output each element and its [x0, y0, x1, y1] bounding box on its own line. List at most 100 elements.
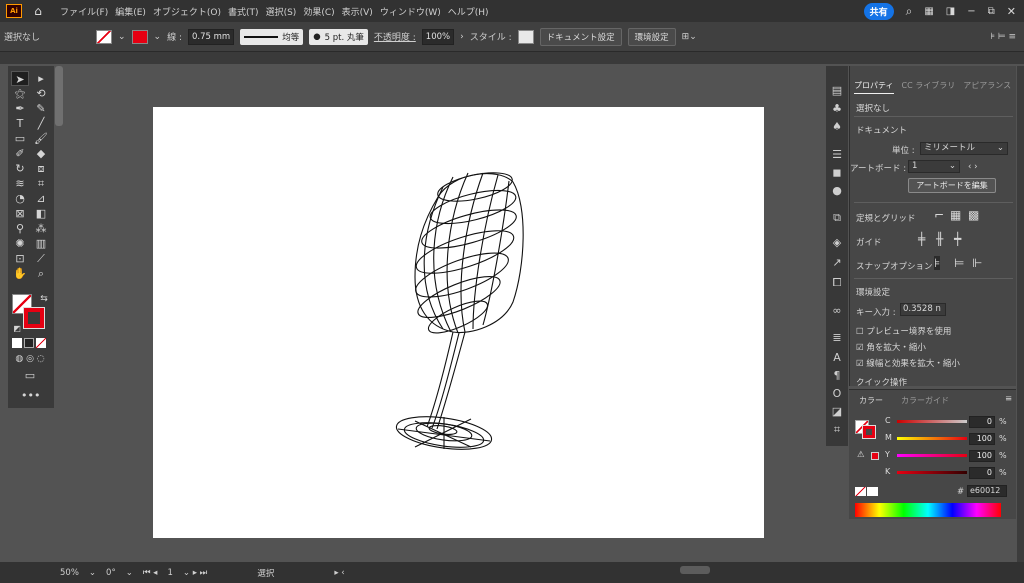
- lock-guides-icon[interactable]: ╫: [936, 232, 943, 246]
- opentype-icon[interactable]: O: [830, 387, 844, 401]
- rectangle-tool-icon[interactable]: ▭: [11, 131, 29, 146]
- ruler-icon[interactable]: ⌐: [934, 208, 944, 222]
- width-tool-icon[interactable]: ≋: [11, 176, 29, 191]
- channel-k-slider[interactable]: [897, 471, 967, 474]
- color-fill-stroke-icon[interactable]: [855, 414, 877, 439]
- default-colors-icon[interactable]: ◩: [8, 321, 26, 336]
- shaper-tool-icon[interactable]: ✐: [11, 146, 29, 161]
- channel-y-field[interactable]: 100: [969, 450, 995, 462]
- zoom-tool-icon[interactable]: ⌕: [32, 266, 50, 281]
- menu-edit[interactable]: 編集(E): [115, 5, 146, 18]
- workspace-icon[interactable]: ◨: [946, 6, 955, 17]
- snap-to-pixel-icon[interactable]: ⊨: [954, 256, 964, 270]
- artboard[interactable]: [153, 107, 764, 538]
- character-icon[interactable]: A: [830, 351, 844, 365]
- preferences-button[interactable]: 環境設定: [627, 27, 676, 46]
- channel-m-field[interactable]: 100: [969, 433, 995, 445]
- grid-icon[interactable]: ▦: [950, 208, 961, 222]
- snap-to-glyph-icon[interactable]: ⊩: [972, 256, 982, 270]
- screen-mode-icon[interactable]: ▭: [21, 368, 39, 383]
- menu-window[interactable]: ウィンドウ(W): [380, 5, 441, 18]
- draw-mode-icon[interactable]: ◍ ◎ ◌: [12, 352, 48, 367]
- type-tool-icon[interactable]: T: [11, 116, 29, 131]
- color-spectrum[interactable]: [855, 503, 1001, 517]
- key-input-field[interactable]: 0.3528 n: [900, 303, 946, 316]
- chevron-down-icon[interactable]: ⌄: [154, 32, 162, 42]
- channel-c-field[interactable]: 0: [969, 416, 995, 428]
- menu-file[interactable]: ファイル(F): [60, 5, 108, 18]
- export-icon[interactable]: ↗: [830, 256, 844, 270]
- menu-type[interactable]: 書式(T): [228, 5, 259, 18]
- web-safe-swatch[interactable]: [871, 452, 879, 460]
- next-artboard-icon[interactable]: ⌄ ▸ ⏭: [183, 568, 207, 578]
- scale-corners-checkbox[interactable]: ☑ 角を拡大・縮小: [856, 341, 926, 353]
- document-setup-button[interactable]: ドキュメント設定: [539, 27, 622, 46]
- smart-guides-icon[interactable]: ┿: [954, 232, 961, 246]
- stroke-profile-dropdown[interactable]: 均等: [240, 28, 304, 45]
- curvature-tool-icon[interactable]: ✎: [32, 101, 50, 116]
- scale-tool-icon[interactable]: ⧈: [32, 161, 50, 176]
- scale-strokes-checkbox[interactable]: ☑ 線幅と効果を拡大・縮小: [856, 357, 960, 369]
- search-icon[interactable]: ⌕: [906, 4, 913, 19]
- stroke-swatch[interactable]: [131, 29, 148, 44]
- asset-export-icon[interactable]: ⌗: [830, 423, 844, 437]
- symbols-icon[interactable]: ♣: [830, 102, 844, 116]
- swatches-icon[interactable]: ◼: [830, 166, 844, 180]
- paragraph-icon[interactable]: ¶: [830, 369, 844, 383]
- tab-properties[interactable]: プロパティ: [854, 80, 894, 94]
- mesh-tool-icon[interactable]: ⊠: [11, 206, 29, 221]
- toolbar-scrollbar[interactable]: [55, 66, 63, 126]
- minimize-icon[interactable]: −: [967, 6, 975, 17]
- hex-field[interactable]: e60012: [967, 485, 1007, 497]
- channel-c-slider[interactable]: [897, 420, 967, 423]
- panel-menu-icon[interactable]: ≡: [1005, 394, 1012, 404]
- chevron-right-icon[interactable]: ›: [460, 32, 464, 42]
- symbol-sprayer-tool-icon[interactable]: ✺: [11, 236, 29, 251]
- tab-cc-libraries[interactable]: CC ライブラリ: [902, 80, 956, 94]
- layers-icon[interactable]: ◈: [830, 236, 844, 250]
- slice-tool-icon[interactable]: ⟋: [32, 251, 50, 266]
- line-tool-icon[interactable]: ╱: [32, 116, 50, 131]
- menu-object[interactable]: オブジェクト(O): [153, 5, 221, 18]
- lasso-tool-icon[interactable]: ⟲: [32, 86, 50, 101]
- opacity-label[interactable]: 不透明度 :: [374, 30, 416, 43]
- stroke-weight-field[interactable]: 0.75 mm: [188, 28, 235, 45]
- rotate-tool-icon[interactable]: ↻: [11, 161, 29, 176]
- rotation-value[interactable]: 0°: [106, 568, 116, 578]
- tab-appearance[interactable]: アピアランス: [963, 80, 1011, 94]
- magic-wand-tool-icon[interactable]: ⚝: [11, 86, 29, 101]
- unit-dropdown[interactable]: ミリメートル ⌄: [920, 142, 1008, 155]
- right-scrollbar[interactable]: [1017, 66, 1024, 562]
- fill-swatch[interactable]: [96, 29, 112, 44]
- snap-to-point-icon[interactable]: ⊧: [934, 256, 941, 270]
- opacity-field[interactable]: 100%: [421, 28, 455, 45]
- restore-icon[interactable]: ⧉: [988, 6, 995, 17]
- out-of-gamut-icon[interactable]: ⚠: [857, 450, 865, 460]
- close-icon[interactable]: ✕: [1007, 5, 1016, 18]
- eraser-tool-icon[interactable]: ◆: [32, 146, 50, 161]
- show-guides-icon[interactable]: ╪: [918, 232, 925, 246]
- stroke-color-icon[interactable]: [23, 307, 45, 329]
- chevron-down-icon[interactable]: ⌄: [118, 32, 126, 42]
- snap-icon[interactable]: ⊧ ⊨ ≡: [990, 32, 1016, 42]
- perspective-grid-tool-icon[interactable]: ⊿: [32, 191, 50, 206]
- channel-m-slider[interactable]: [897, 437, 967, 440]
- preview-bounds-checkbox[interactable]: ☐ プレビュー境界を使用: [856, 325, 951, 337]
- menu-view[interactable]: 表示(V): [342, 5, 373, 18]
- links-icon[interactable]: ∞: [830, 304, 844, 318]
- home-icon[interactable]: ⌂: [30, 4, 46, 18]
- gradient-tool-icon[interactable]: ◧: [32, 206, 50, 221]
- blend-tool-icon[interactable]: ⁂: [32, 221, 50, 236]
- align-icon[interactable]: ⊞⌄: [682, 32, 697, 42]
- menu-help[interactable]: ヘルプ(H): [448, 5, 489, 18]
- transform-icon[interactable]: ⧉: [830, 211, 844, 225]
- edit-artboard-button[interactable]: アートボードを編集: [908, 178, 996, 193]
- menu-effect[interactable]: 効果(C): [303, 5, 334, 18]
- status-arrow-icon[interactable]: ▸ ‹: [334, 568, 344, 578]
- libraries-icon[interactable]: ▤: [830, 84, 844, 98]
- tab-color-guide[interactable]: カラーガイド: [901, 395, 949, 406]
- zoom-level[interactable]: 50%: [60, 568, 79, 578]
- style-swatch[interactable]: [517, 29, 534, 44]
- first-artboard-icon[interactable]: ⏮ ◂: [143, 568, 158, 578]
- artboards-panel-icon[interactable]: ⧠: [830, 276, 844, 290]
